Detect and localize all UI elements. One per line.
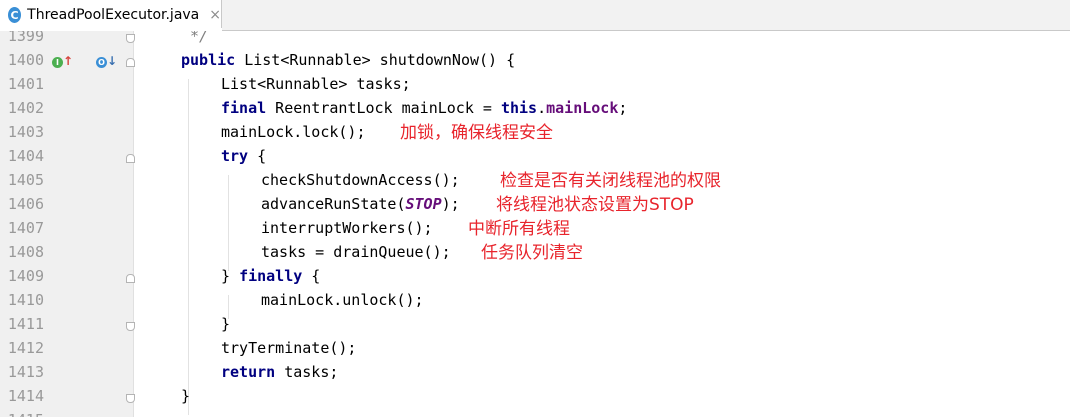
line-number: 1406	[7, 195, 44, 213]
code-line: 1405 checkShutdownAccess(); 检查是否有关闭线程池的权…	[0, 168, 1070, 192]
code-editor[interactable]: I ↑ O ↓ 1399 */ 1400 public List<Runnable>…	[0, 31, 1070, 417]
line-number: 1403	[7, 123, 44, 141]
line-number: 1414	[7, 387, 44, 405]
java-class-icon: C	[8, 7, 22, 23]
code-text: List<Runnable> tasks;	[221, 75, 411, 93]
code-line: 1403 mainLock.lock(); 加锁，确保线程安全	[0, 120, 1070, 144]
code-line: 1412 tryTerminate();	[0, 336, 1070, 360]
code-line: 1401 List<Runnable> tasks;	[0, 72, 1070, 96]
tab-label: ThreadPoolExecutor.java	[27, 7, 200, 23]
line-number: 1400	[7, 51, 44, 69]
code-text: }	[221, 315, 231, 333]
line-number: 1402	[7, 99, 44, 117]
code-line: 1402 final ReentrantLock mainLock = this…	[0, 96, 1070, 120]
code-text: mainLock.lock();	[221, 123, 366, 141]
code-text: advanceRunState(STOP);	[261, 195, 460, 213]
code-line: 1415	[0, 408, 1070, 417]
code-text: public List<Runnable> shutdownNow() {	[181, 51, 516, 69]
code-text: } finally {	[221, 267, 321, 285]
editor-tab-bar: C ThreadPoolExecutor.java ×	[0, 0, 1070, 31]
code-text: try {	[221, 147, 267, 165]
code-line: 1399 */	[0, 31, 1070, 48]
annotation-note: 将线程池状态设置为STOP	[496, 195, 694, 215]
line-number: 1407	[7, 219, 44, 237]
tab-threadpoolexecutor[interactable]: C ThreadPoolExecutor.java ×	[0, 0, 222, 31]
line-number: 1411	[7, 315, 44, 333]
code-text: interruptWorkers();	[261, 219, 433, 237]
code-line: 1408 tasks = drainQueue(); 任务队列清空	[0, 240, 1070, 264]
code-text: mainLock.unlock();	[261, 291, 424, 309]
annotation-note: 任务队列清空	[481, 243, 583, 263]
line-number: 1412	[7, 339, 44, 357]
code-line: 1410 mainLock.unlock();	[0, 288, 1070, 312]
code-line: 1406 advanceRunState(STOP); 将线程池状态设置为STO…	[0, 192, 1070, 216]
line-number: 1413	[7, 363, 44, 381]
line-number: 1409	[7, 267, 44, 285]
code-text: */	[181, 31, 209, 45]
code-line: 1414 }	[0, 384, 1070, 408]
code-text: return tasks;	[221, 363, 339, 381]
code-line: 1407 interruptWorkers(); 中断所有线程	[0, 216, 1070, 240]
annotation-note: 检查是否有关闭线程池的权限	[500, 171, 721, 191]
code-line: 1400 public List<Runnable> shutdownNow()…	[0, 48, 1070, 72]
line-number: 1410	[7, 291, 44, 309]
annotation-note: 中断所有线程	[468, 219, 570, 239]
annotation-note: 加锁，确保线程安全	[400, 123, 553, 143]
code-line: 1411 }	[0, 312, 1070, 336]
line-number: 1405	[7, 171, 44, 189]
code-text: tasks = drainQueue();	[261, 243, 451, 261]
line-number: 1408	[7, 243, 44, 261]
line-number: 1401	[7, 75, 44, 93]
code-line: 1409 } finally {	[0, 264, 1070, 288]
code-text: tryTerminate();	[221, 339, 357, 357]
code-text: }	[181, 387, 191, 405]
code-text: final ReentrantLock mainLock = this.main…	[221, 99, 628, 117]
code-line: 1413 return tasks;	[0, 360, 1070, 384]
line-number: 1415	[4, 408, 44, 417]
line-number: 1399	[7, 31, 44, 45]
close-icon[interactable]: ×	[209, 7, 221, 23]
line-number: 1404	[7, 147, 44, 165]
code-line: 1404 try {	[0, 144, 1070, 168]
code-text: checkShutdownAccess();	[261, 171, 460, 189]
